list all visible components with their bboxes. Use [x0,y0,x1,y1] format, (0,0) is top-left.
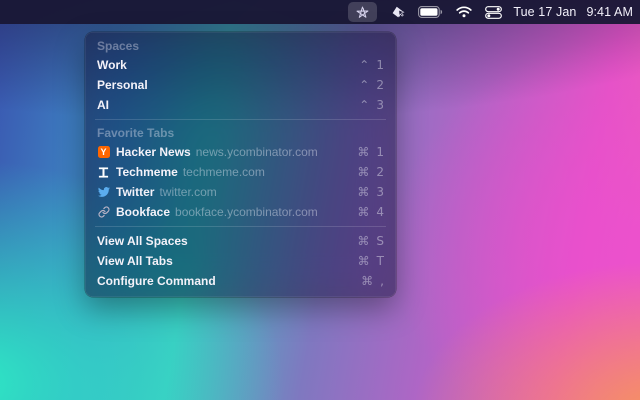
menu-item-space-ai[interactable]: AI ⌃ 3 [85,95,396,115]
control-key-icon: ⌃ [359,78,369,92]
techmeme-favicon [97,166,110,179]
menu-bar-time: 9:41 AM [586,5,633,19]
menu-item-label: AI [97,98,109,112]
menu-item-label: Personal [97,78,148,92]
shortcut: ⌘ 2 [357,165,384,179]
shortcut: ⌘ T [358,254,384,268]
hacker-news-favicon: Y [97,146,110,159]
menu-item-domain: twitter.com [159,185,216,199]
menu-item-label: Work [97,58,127,72]
menu-item-label: Configure Command [97,274,216,288]
menu-item-domain: bookface.ycombinator.com [175,205,318,219]
shortcut: ⌘ 4 [357,205,384,219]
command-key-icon: ⌘ [357,185,369,199]
shortcut: ⌃ 1 [359,58,384,72]
menu-item-space-personal[interactable]: Personal ⌃ 2 [85,75,396,95]
menu-item-tab-hacker-news[interactable]: Y Hacker News news.ycombinator.com ⌘ 1 [85,142,396,162]
menu-item-tab-techmeme[interactable]: Techmeme techmeme.com ⌘ 2 [85,162,396,182]
shortcut: ⌘ 3 [357,185,384,199]
menu-item-space-work[interactable]: Work ⌃ 1 [85,55,396,75]
section-header-favorite-tabs: Favorite Tabs [85,124,396,142]
section-header-spaces: Spaces [85,37,396,55]
arc-command-menu: Spaces Work ⌃ 1 Personal ⌃ 2 AI ⌃ 3 Favo… [85,32,396,297]
menu-item-label: View All Spaces [97,234,188,248]
battery-icon[interactable] [418,2,443,22]
menu-bar-date: Tue 17 Jan [513,5,576,19]
control-key-icon: ⌃ [359,98,369,112]
menu-bar-clock[interactable]: Tue 17 Jan 9:41 AM [513,2,633,22]
command-key-icon: ⌘ [357,145,369,159]
menu-item-configure-command[interactable]: Configure Command ⌘ , [85,271,396,291]
shortcut: ⌘ , [361,274,384,288]
shortcut: ⌃ 2 [359,78,384,92]
menu-item-label: Hacker News [116,145,191,159]
menu-item-label: View All Tabs [97,254,173,268]
menu-item-label: Bookface [116,205,170,219]
arc-menu-bar-button[interactable] [348,2,377,22]
menu-item-view-all-tabs[interactable]: View All Tabs ⌘ T [85,251,396,271]
control-center-icon[interactable] [485,2,502,22]
input-source-icon[interactable] [390,2,405,22]
shortcut: ⌘ S [357,234,384,248]
shortcut: ⌃ 3 [359,98,384,112]
menu-item-view-all-spaces[interactable]: View All Spaces ⌘ S [85,231,396,251]
menu-item-label: Twitter [116,185,154,199]
menu-item-tab-twitter[interactable]: Twitter twitter.com ⌘ 3 [85,182,396,202]
twitter-favicon [97,186,110,199]
command-key-icon: ⌘ [358,254,370,268]
desktop-wallpaper: Tue 17 Jan 9:41 AM Spaces Work ⌃ 1 Perso… [0,0,640,400]
control-key-icon: ⌃ [359,58,369,72]
menu-item-domain: news.ycombinator.com [196,145,318,159]
menu-item-label: Techmeme [116,165,178,179]
menu-separator [95,226,386,227]
menu-item-domain: techmeme.com [183,165,265,179]
bookface-favicon-link-icon [97,206,110,219]
command-key-icon: ⌘ [361,274,373,288]
command-key-icon: ⌘ [357,205,369,219]
command-key-icon: ⌘ [357,234,369,248]
menu-separator [95,119,386,120]
menu-bar: Tue 17 Jan 9:41 AM [0,0,640,24]
wifi-icon[interactable] [456,2,472,22]
command-key-icon: ⌘ [357,165,369,179]
arc-logo-icon [355,5,370,20]
menu-item-tab-bookface[interactable]: Bookface bookface.ycombinator.com ⌘ 4 [85,202,396,222]
shortcut: ⌘ 1 [357,145,384,159]
